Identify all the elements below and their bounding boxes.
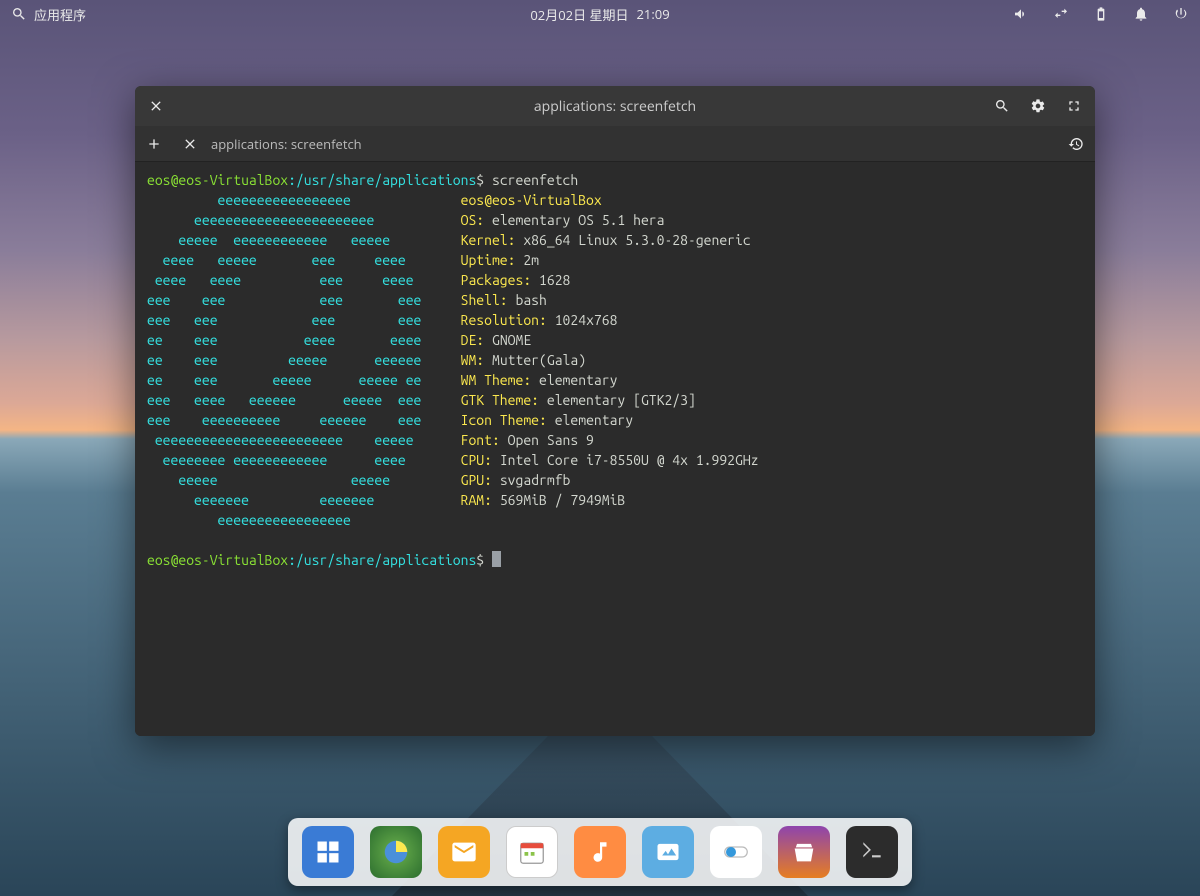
dock-terminal[interactable] (846, 826, 898, 878)
power-icon[interactable] (1172, 5, 1190, 23)
history-icon[interactable] (1067, 135, 1085, 153)
search-in-terminal-icon[interactable] (993, 97, 1011, 115)
dock-music[interactable] (574, 826, 626, 878)
applications-label: 应用程序 (34, 5, 86, 24)
dock (288, 818, 912, 886)
tab-label: applications: screenfetch (211, 135, 362, 153)
clock[interactable]: 02月02日 星期日 21:09 (530, 5, 669, 24)
close-icon[interactable] (147, 97, 165, 115)
sound-icon[interactable] (1012, 5, 1030, 23)
terminal-window: applications: screenfetch applications: … (135, 86, 1095, 736)
search-icon (10, 5, 28, 23)
top-panel: 应用程序 02月02日 星期日 21:09 (0, 0, 1200, 28)
maximize-icon[interactable] (1065, 97, 1083, 115)
date-text: 02月02日 星期日 (530, 5, 628, 24)
network-icon[interactable] (1052, 5, 1070, 23)
dock-appcenter[interactable] (778, 826, 830, 878)
tab-search-area[interactable] (380, 132, 1049, 156)
close-tab-icon[interactable] (181, 135, 199, 153)
window-title: applications: screenfetch (534, 97, 696, 116)
new-tab-icon[interactable] (145, 135, 163, 153)
tab-bar: applications: screenfetch (135, 126, 1095, 162)
applications-menu[interactable]: 应用程序 (10, 5, 86, 24)
dock-browser[interactable] (370, 826, 422, 878)
dock-mail[interactable] (438, 826, 490, 878)
notifications-icon[interactable] (1132, 5, 1150, 23)
dock-switchboard[interactable] (710, 826, 762, 878)
dock-multitasking[interactable] (302, 826, 354, 878)
dock-photos[interactable] (642, 826, 694, 878)
battery-icon[interactable] (1092, 5, 1110, 23)
tab-active[interactable]: applications: screenfetch (181, 135, 362, 153)
gear-icon[interactable] (1029, 97, 1047, 115)
time-text: 21:09 (636, 5, 669, 24)
titlebar[interactable]: applications: screenfetch (135, 86, 1095, 126)
dock-calendar[interactable] (506, 826, 558, 878)
terminal-output[interactable]: eos@eos-VirtualBox:/usr/share/applicatio… (135, 162, 1095, 736)
